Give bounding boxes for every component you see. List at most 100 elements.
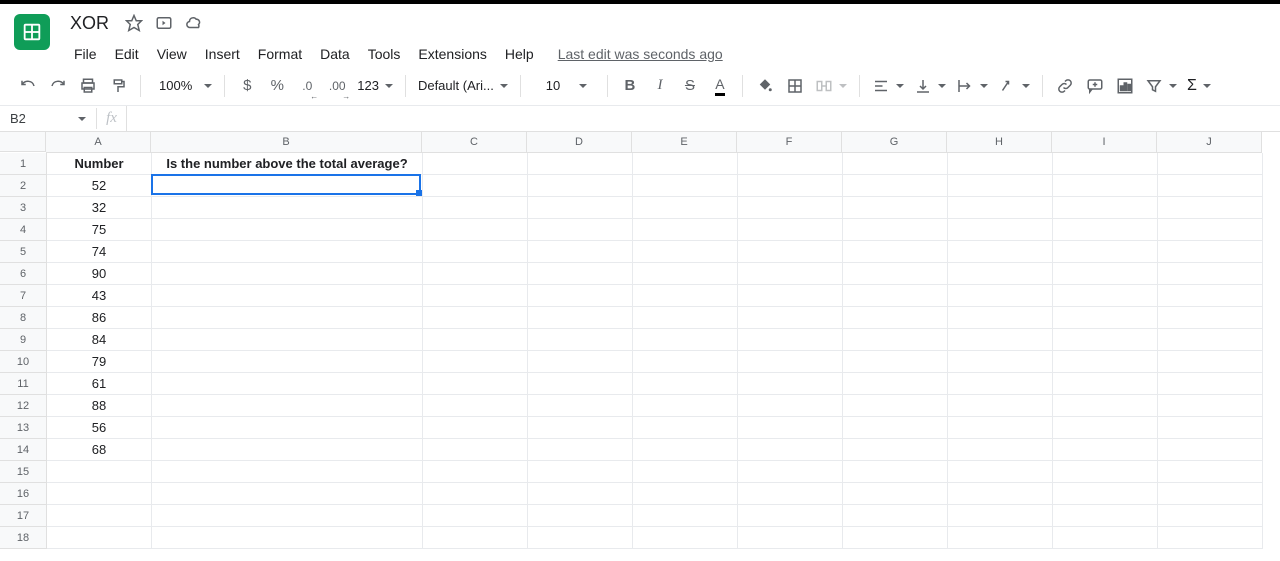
- cell-B12[interactable]: [152, 395, 423, 417]
- cell-H18[interactable]: [948, 527, 1053, 549]
- cell-A5[interactable]: 74: [47, 241, 152, 263]
- cell-E5[interactable]: [633, 241, 738, 263]
- cell-E2[interactable]: [633, 175, 738, 197]
- cell-I16[interactable]: [1053, 483, 1158, 505]
- cell-F14[interactable]: [738, 439, 843, 461]
- cell-A7[interactable]: 43: [47, 285, 152, 307]
- cell-I1[interactable]: [1053, 153, 1158, 175]
- cell-E13[interactable]: [633, 417, 738, 439]
- cell-A4[interactable]: 75: [47, 219, 152, 241]
- menu-data[interactable]: Data: [312, 42, 358, 66]
- cell-F16[interactable]: [738, 483, 843, 505]
- cell-C8[interactable]: [423, 307, 528, 329]
- cell-C18[interactable]: [423, 527, 528, 549]
- cell-F3[interactable]: [738, 197, 843, 219]
- cell-G11[interactable]: [843, 373, 948, 395]
- cell-B15[interactable]: [152, 461, 423, 483]
- cell-I5[interactable]: [1053, 241, 1158, 263]
- cell-J9[interactable]: [1158, 329, 1263, 351]
- cell-G10[interactable]: [843, 351, 948, 373]
- cell-F18[interactable]: [738, 527, 843, 549]
- cell-B16[interactable]: [152, 483, 423, 505]
- cell-F4[interactable]: [738, 219, 843, 241]
- cell-B7[interactable]: [152, 285, 423, 307]
- cell-E11[interactable]: [633, 373, 738, 395]
- cell-B2[interactable]: [152, 175, 423, 197]
- cell-E9[interactable]: [633, 329, 738, 351]
- col-header-F[interactable]: F: [737, 132, 842, 152]
- cell-H8[interactable]: [948, 307, 1053, 329]
- cell-A3[interactable]: 32: [47, 197, 152, 219]
- cell-C13[interactable]: [423, 417, 528, 439]
- cell-C17[interactable]: [423, 505, 528, 527]
- cell-I7[interactable]: [1053, 285, 1158, 307]
- cell-C1[interactable]: [423, 153, 528, 175]
- cell-C11[interactable]: [423, 373, 528, 395]
- h-align-dropdown[interactable]: [868, 72, 908, 100]
- cell-J13[interactable]: [1158, 417, 1263, 439]
- cell-B10[interactable]: [152, 351, 423, 373]
- cell-J4[interactable]: [1158, 219, 1263, 241]
- menu-view[interactable]: View: [149, 42, 195, 66]
- move-icon[interactable]: [155, 14, 173, 32]
- cell-B17[interactable]: [152, 505, 423, 527]
- cell-H6[interactable]: [948, 263, 1053, 285]
- formula-input[interactable]: [126, 106, 1280, 131]
- decimal-increase-icon[interactable]: .00→: [323, 72, 351, 100]
- cell-J12[interactable]: [1158, 395, 1263, 417]
- cell-H14[interactable]: [948, 439, 1053, 461]
- cell-I17[interactable]: [1053, 505, 1158, 527]
- cell-I15[interactable]: [1053, 461, 1158, 483]
- cell-J6[interactable]: [1158, 263, 1263, 285]
- cell-F17[interactable]: [738, 505, 843, 527]
- cell-G5[interactable]: [843, 241, 948, 263]
- cell-B3[interactable]: [152, 197, 423, 219]
- cell-I2[interactable]: [1053, 175, 1158, 197]
- cell-H1[interactable]: [948, 153, 1053, 175]
- cell-D15[interactable]: [528, 461, 633, 483]
- fill-color-icon[interactable]: [751, 72, 779, 100]
- cell-I18[interactable]: [1053, 527, 1158, 549]
- cell-D13[interactable]: [528, 417, 633, 439]
- cell-J3[interactable]: [1158, 197, 1263, 219]
- row-header-5[interactable]: 5: [0, 241, 46, 263]
- row-header-2[interactable]: 2: [0, 175, 46, 197]
- chart-icon[interactable]: [1111, 72, 1139, 100]
- cell-D1[interactable]: [528, 153, 633, 175]
- cell-C5[interactable]: [423, 241, 528, 263]
- cell-H5[interactable]: [948, 241, 1053, 263]
- cell-E12[interactable]: [633, 395, 738, 417]
- cell-E3[interactable]: [633, 197, 738, 219]
- cell-G8[interactable]: [843, 307, 948, 329]
- cell-C10[interactable]: [423, 351, 528, 373]
- cell-I12[interactable]: [1053, 395, 1158, 417]
- row-header-9[interactable]: 9: [0, 329, 46, 351]
- cell-J18[interactable]: [1158, 527, 1263, 549]
- cell-G18[interactable]: [843, 527, 948, 549]
- cell-G9[interactable]: [843, 329, 948, 351]
- cell-C4[interactable]: [423, 219, 528, 241]
- cell-D16[interactable]: [528, 483, 633, 505]
- font-dropdown[interactable]: Default (Ari...: [414, 72, 512, 100]
- cell-A1[interactable]: Number: [47, 153, 152, 175]
- cell-E8[interactable]: [633, 307, 738, 329]
- menu-tools[interactable]: Tools: [360, 42, 409, 66]
- cell-J1[interactable]: [1158, 153, 1263, 175]
- cell-B13[interactable]: [152, 417, 423, 439]
- cell-J14[interactable]: [1158, 439, 1263, 461]
- redo-icon[interactable]: [44, 72, 72, 100]
- cell-B11[interactable]: [152, 373, 423, 395]
- cell-J7[interactable]: [1158, 285, 1263, 307]
- cell-E18[interactable]: [633, 527, 738, 549]
- cell-D3[interactable]: [528, 197, 633, 219]
- row-header-6[interactable]: 6: [0, 263, 46, 285]
- cell-A10[interactable]: 79: [47, 351, 152, 373]
- undo-icon[interactable]: [14, 72, 42, 100]
- functions-dropdown[interactable]: Σ: [1183, 72, 1215, 100]
- number-format-dropdown[interactable]: 123: [353, 72, 397, 100]
- cell-A12[interactable]: 88: [47, 395, 152, 417]
- cell-E1[interactable]: [633, 153, 738, 175]
- cell-H12[interactable]: [948, 395, 1053, 417]
- cell-D8[interactable]: [528, 307, 633, 329]
- cell-F9[interactable]: [738, 329, 843, 351]
